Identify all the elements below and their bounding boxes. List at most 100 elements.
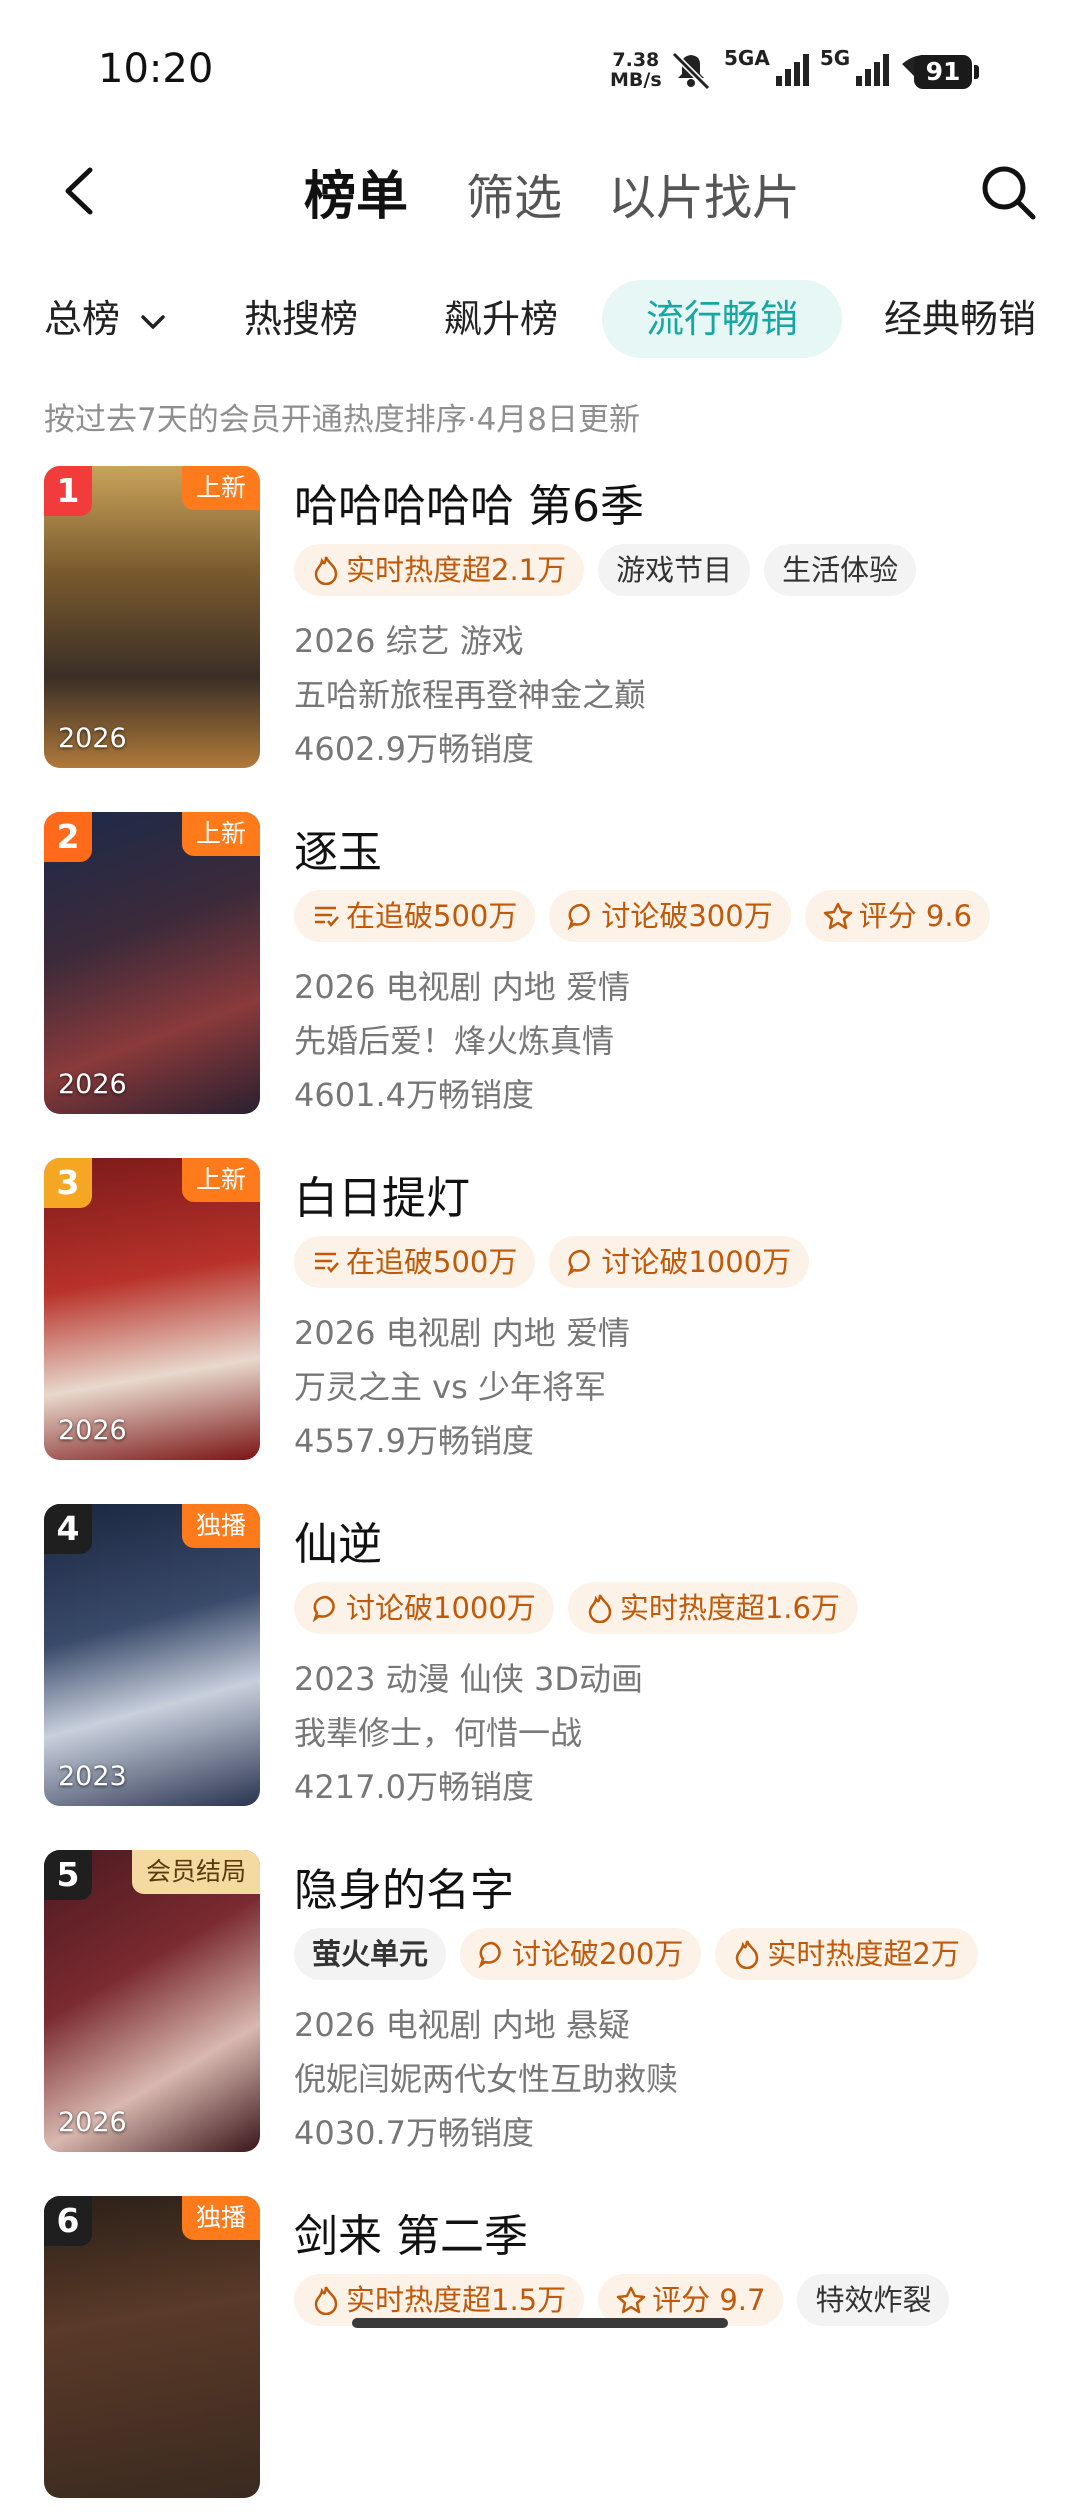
list-item[interactable]: 1 上新 2026 哈哈哈哈哈 第6季 实时热度超2.1万 游戏节目 生活体验 … bbox=[0, 466, 1080, 786]
rank-badge: 5 bbox=[44, 1850, 92, 1900]
item-meta: 2026 电视剧 内地 悬疑 bbox=[294, 2006, 630, 2044]
item-sales: 4557.9万畅销度 bbox=[294, 1422, 534, 1460]
tag: 讨论破1000万 bbox=[549, 1236, 810, 1288]
poster-image[interactable]: 4 独播 2023 bbox=[44, 1504, 260, 1806]
item-sales: 4602.9万畅销度 bbox=[294, 730, 534, 768]
tag: 在追破500万 bbox=[294, 890, 536, 942]
rank-badge: 1 bbox=[44, 466, 92, 516]
rank-badge: 3 bbox=[44, 1158, 92, 1208]
home-indicator[interactable] bbox=[352, 2318, 728, 2328]
rank-badge: 6 bbox=[44, 2196, 92, 2246]
tag: 在追破500万 bbox=[294, 1236, 536, 1288]
signal-icon bbox=[775, 54, 809, 86]
item-title[interactable]: 逐玉 bbox=[294, 816, 382, 880]
poster-year: 2023 bbox=[58, 1761, 127, 1792]
tag: 生活体验 bbox=[764, 544, 917, 596]
tag-row: 在追破500万 讨论破1000万 bbox=[294, 1236, 810, 1288]
item-meta: 2023 动漫 仙侠 3D动画 bbox=[294, 1660, 643, 1698]
tag: 讨论破300万 bbox=[549, 890, 791, 942]
status-time: 10:20 bbox=[98, 46, 214, 92]
category-tabs: 总榜 热搜榜 飙升榜 流行畅销 经典畅销 bbox=[0, 280, 1080, 360]
poster-year: 2026 bbox=[58, 1415, 127, 1446]
rank-badge: 2 bbox=[44, 812, 92, 862]
item-description: 倪妮闫妮两代女性互助救赎 bbox=[294, 2060, 679, 2098]
tag-row: 实时热度超2.1万 游戏节目 生活体验 bbox=[294, 544, 917, 596]
poster-image[interactable]: 6 独播 bbox=[44, 2196, 260, 2498]
tag: 游戏节目 bbox=[598, 544, 751, 596]
tag: 萤火单元 bbox=[294, 1928, 447, 1980]
poster-year: 2026 bbox=[58, 1069, 127, 1100]
chat-icon bbox=[312, 1595, 335, 1622]
tag-row: 萤火单元 讨论破200万 实时热度超2万 bbox=[294, 1928, 978, 1980]
star-icon bbox=[616, 2286, 646, 2314]
tag: 评分 9.6 bbox=[804, 890, 991, 942]
poster-image[interactable]: 2 上新 2026 bbox=[44, 812, 260, 1114]
flame-icon bbox=[736, 1940, 759, 1969]
list-icon bbox=[315, 906, 339, 927]
status-icons: 5GA 5G bbox=[668, 46, 948, 92]
poster-image[interactable]: 1 上新 2026 bbox=[44, 466, 260, 768]
battery-tip bbox=[974, 65, 979, 79]
ranking-update-note: 按过去7天的会员开通热度排序·4月8日更新 bbox=[44, 402, 641, 438]
poster-image[interactable]: 5 会员结局 2026 bbox=[44, 1850, 260, 2152]
search-icon[interactable] bbox=[978, 162, 1038, 222]
tag-row: 讨论破1000万 实时热度超1.6万 bbox=[294, 1582, 858, 1634]
item-title[interactable]: 白日提灯 bbox=[294, 1162, 470, 1226]
poster-year: 2026 bbox=[58, 2107, 127, 2138]
chat-icon bbox=[478, 1941, 501, 1968]
item-sales: 4601.4万畅销度 bbox=[294, 1076, 534, 1114]
net-speed: 7.38 MB/s bbox=[610, 49, 662, 91]
tag: 实时热度超2.1万 bbox=[294, 544, 585, 596]
item-description: 我辈修士，何惜一战 bbox=[294, 1714, 583, 1752]
tag: 实时热度超1.6万 bbox=[567, 1582, 858, 1634]
chevron-down-icon bbox=[141, 314, 165, 329]
flame-icon bbox=[588, 1594, 612, 1623]
tag: 讨论破1000万 bbox=[294, 1582, 554, 1634]
list-item[interactable]: 2 上新 2026 逐玉 在追破500万 讨论破300万 评分 9.6 2026… bbox=[0, 812, 1080, 1132]
status-badge: 上新 bbox=[181, 812, 260, 856]
tag: 讨论破200万 bbox=[460, 1928, 702, 1980]
status-badge: 独播 bbox=[181, 1504, 260, 1548]
top-nav: 榜单 筛选 以片找片 bbox=[0, 140, 1080, 240]
item-meta: 2026 综艺 游戏 bbox=[294, 622, 524, 660]
list-item[interactable]: 5 会员结局 2026 隐身的名字 萤火单元 讨论破200万 实时热度超2万 2… bbox=[0, 1850, 1080, 2170]
poster-year: 2026 bbox=[58, 723, 127, 754]
item-title[interactable]: 仙逆 bbox=[294, 1508, 382, 1572]
tag: 特效炸裂 bbox=[797, 2274, 950, 2326]
item-description: 五哈新旅程再登神金之巅 bbox=[294, 676, 647, 714]
item-description: 先婚后爱！烽火炼真情 bbox=[294, 1022, 615, 1060]
list-icon bbox=[315, 1252, 339, 1273]
list-item[interactable]: 3 上新 2026 白日提灯 在追破500万 讨论破1000万 2026 电视剧… bbox=[0, 1158, 1080, 1478]
tab-find-by-film[interactable]: 以片找片 bbox=[608, 158, 800, 228]
item-sales: 4217.0万畅销度 bbox=[294, 1768, 534, 1806]
back-arrow-icon[interactable] bbox=[54, 164, 104, 218]
status-badge: 上新 bbox=[181, 466, 260, 510]
status-badge: 独播 bbox=[181, 2196, 260, 2240]
mute-icon bbox=[671, 51, 711, 90]
list-item[interactable]: 6 独播 剑来 第二季 实时热度超1.5万 评分 9.7 特效炸裂 bbox=[0, 2196, 1080, 2516]
item-description: 万灵之主 vs 少年将军 bbox=[294, 1368, 606, 1406]
tab-ranking[interactable]: 榜单 bbox=[304, 154, 408, 229]
status-badge: 会员结局 bbox=[131, 1850, 260, 1894]
chat-icon bbox=[568, 1249, 591, 1276]
tag: 实时热度超2万 bbox=[715, 1928, 978, 1980]
item-meta: 2026 电视剧 内地 爱情 bbox=[294, 1314, 630, 1352]
category-tab-overall[interactable]: 总榜 bbox=[44, 280, 166, 358]
status-badge: 上新 bbox=[181, 1158, 260, 1202]
category-tab-hot-search[interactable]: 热搜榜 bbox=[244, 280, 358, 358]
rank-badge: 4 bbox=[44, 1504, 92, 1554]
category-tab-rising[interactable]: 飙升榜 bbox=[444, 280, 558, 358]
item-title[interactable]: 哈哈哈哈哈 第6季 bbox=[294, 470, 644, 534]
category-tab-classic-sales[interactable]: 经典畅销 bbox=[884, 280, 1036, 358]
item-title[interactable]: 剑来 第二季 bbox=[294, 2200, 528, 2264]
list-item[interactable]: 4 独播 2023 仙逆 讨论破1000万 实时热度超1.6万 2023 动漫 … bbox=[0, 1504, 1080, 1824]
star-icon bbox=[823, 902, 852, 930]
poster-image[interactable]: 3 上新 2026 bbox=[44, 1158, 260, 1460]
category-tab-popular-sales[interactable]: 流行畅销 bbox=[602, 280, 843, 358]
item-title[interactable]: 隐身的名字 bbox=[294, 1854, 514, 1918]
item-meta: 2026 电视剧 内地 爱情 bbox=[294, 968, 630, 1006]
flame-icon bbox=[314, 2286, 338, 2315]
tag-row: 在追破500万 讨论破300万 评分 9.6 bbox=[294, 890, 991, 942]
tab-filter[interactable]: 筛选 bbox=[466, 158, 562, 228]
battery-indicator: 91 bbox=[914, 55, 972, 89]
